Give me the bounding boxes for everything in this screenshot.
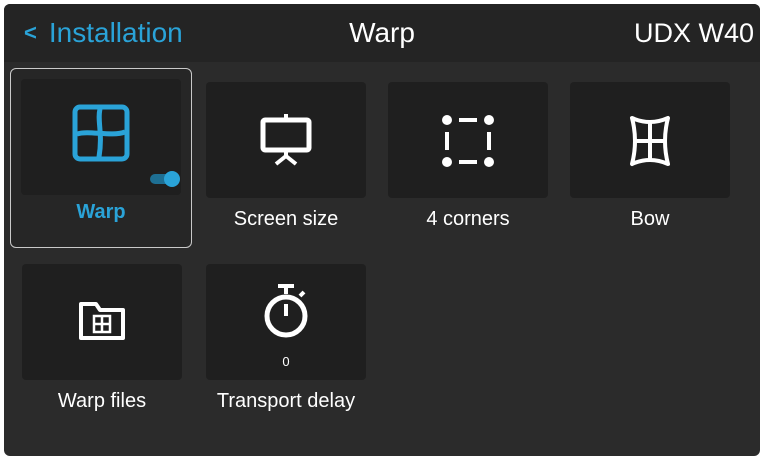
tile-warp-files-box: [22, 264, 182, 380]
tile-transport-delay[interactable]: 0 Transport delay: [196, 254, 376, 428]
tile-label: Warp: [76, 201, 126, 223]
tile-bow-box: [570, 82, 730, 198]
tile-screen-size-box: [206, 82, 366, 198]
tile-label: Bow: [630, 208, 670, 230]
warp-screen: < Installation Warp UDX W40 Warp Screen …: [4, 4, 760, 456]
tile-4-corners[interactable]: 4 corners: [378, 72, 558, 246]
header-bar: < Installation Warp UDX W40: [4, 4, 760, 62]
tile-bow[interactable]: Bow: [560, 72, 740, 246]
warp-toggle[interactable]: [149, 170, 181, 188]
projection-screen-icon: [260, 114, 312, 166]
four-corners-icon: [442, 115, 494, 167]
tile-label: Screen size: [233, 208, 339, 230]
warp-grid-icon: [72, 104, 130, 162]
stopwatch-icon: [264, 284, 308, 338]
tile-screen-size[interactable]: Screen size: [196, 72, 376, 246]
tile-transport-delay-box: 0: [206, 264, 366, 380]
tile-label: 4 corners: [426, 208, 510, 230]
tile-4-corners-box: [388, 82, 548, 198]
tile-warp-box: [21, 79, 181, 195]
bow-icon: [630, 116, 670, 166]
device-name: UDX W40: [633, 18, 754, 48]
tile-warp[interactable]: Warp: [10, 68, 192, 248]
tile-warp-files[interactable]: Warp files: [12, 254, 192, 428]
warp-folder-icon: [79, 302, 125, 340]
transport-delay-value: 0: [282, 354, 290, 369]
tile-label: Transport delay: [216, 390, 356, 412]
tile-label: Warp files: [57, 390, 147, 412]
